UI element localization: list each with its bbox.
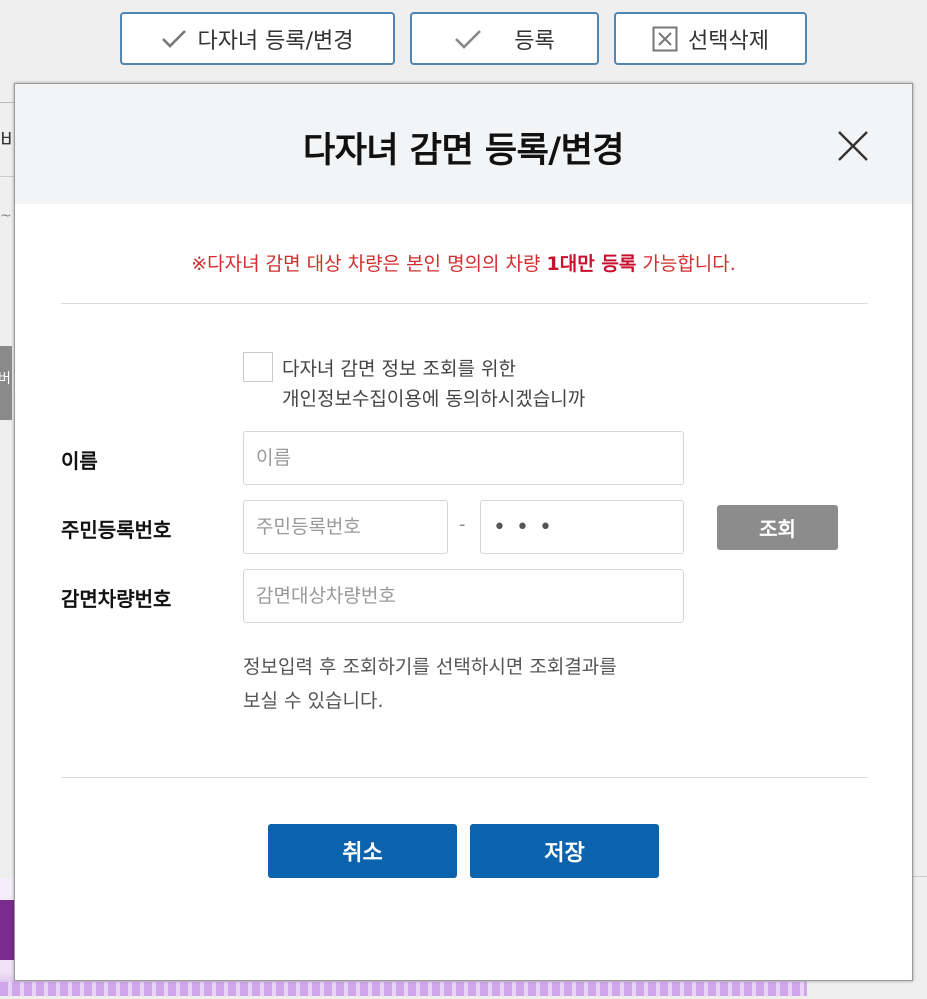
- background-divider: [0, 176, 14, 177]
- notice-emphasis: 1대만 등록: [546, 253, 637, 275]
- multichild-register-change-button[interactable]: 다자녀 등록/변경: [120, 12, 395, 65]
- background-tab-label: 버: [0, 371, 11, 387]
- help-text: 정보입력 후 조회하기를 선택하시면 조회결과를 보실 수 있습니다.: [243, 650, 617, 718]
- background-banner-logo: [0, 900, 14, 960]
- help-line-1: 정보입력 후 조회하기를 선택하시면 조회결과를: [243, 656, 617, 678]
- save-button[interactable]: 저장: [470, 824, 659, 878]
- vehicle-number-label: 감면차량번호: [61, 587, 172, 611]
- background-text-fragment: ~: [0, 208, 12, 224]
- register-button[interactable]: 등록: [410, 12, 599, 65]
- privacy-consent-label[interactable]: 다자녀 감면 정보 조회를 위한 개인정보수집이용에 동의하시겠습니까: [282, 354, 585, 414]
- notice-suffix: 가능합니다.: [636, 253, 736, 275]
- lookup-button[interactable]: 조회: [717, 505, 838, 550]
- x-box-icon: [652, 26, 678, 52]
- multichild-button-label: 다자녀 등록/변경: [197, 28, 354, 54]
- resident-number-back-input[interactable]: [480, 500, 684, 554]
- toolbar: 다자녀 등록/변경 등록 선택삭제: [0, 12, 927, 69]
- check-icon: [161, 29, 187, 49]
- close-icon[interactable]: [835, 128, 871, 164]
- delete-selected-button[interactable]: 선택삭제: [614, 12, 807, 65]
- background-tab[interactable]: 버: [0, 346, 12, 420]
- consent-line-2: 개인정보수집이용에 동의하시겠습니까: [282, 388, 586, 410]
- cancel-button[interactable]: 취소: [268, 824, 457, 878]
- resident-number-separator: -: [459, 514, 466, 535]
- check-icon: [454, 28, 482, 50]
- resident-number-front-input[interactable]: [243, 500, 448, 554]
- modal-title: 다자녀 감면 등록/변경: [303, 131, 624, 171]
- help-line-2: 보실 수 있습니다.: [243, 690, 384, 712]
- register-button-label: 등록: [514, 28, 555, 54]
- name-input[interactable]: [243, 431, 684, 485]
- delete-button-label: 선택삭제: [688, 28, 769, 54]
- background-banner-stripe: [0, 982, 807, 996]
- multichild-discount-modal: 다자녀 감면 등록/변경 ※다자녀 감면 대상 차량은 본인 명의의 차량 1대…: [14, 83, 913, 981]
- notice-text: ※다자녀 감면 대상 차량은 본인 명의의 차량 1대만 등록 가능합니다.: [15, 249, 912, 276]
- name-label: 이름: [61, 449, 98, 473]
- background-divider: [0, 102, 14, 103]
- notice-prefix: ※다자녀 감면 대상 차량은 본인 명의의 차량: [191, 253, 547, 275]
- vehicle-number-input[interactable]: [243, 569, 684, 623]
- consent-line-1: 다자녀 감면 정보 조회를 위한: [282, 358, 516, 380]
- background-divider: [912, 876, 927, 877]
- divider: [61, 303, 868, 304]
- resident-number-label: 주민등록번호: [61, 518, 172, 542]
- privacy-consent-checkbox[interactable]: [243, 352, 273, 382]
- divider: [61, 777, 868, 778]
- modal-header: 다자녀 감면 등록/변경: [15, 84, 912, 204]
